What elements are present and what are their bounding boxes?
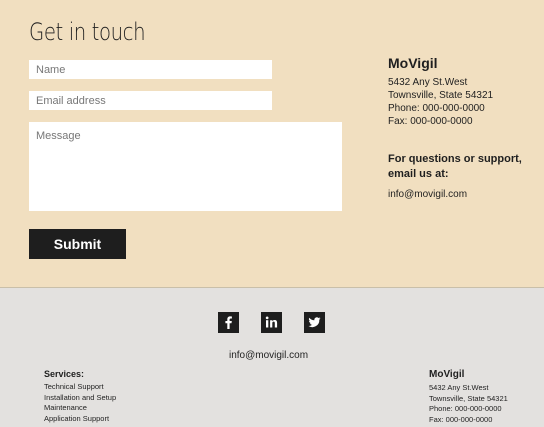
service-item: Installation and Setup — [44, 392, 117, 402]
company-address-line1: 5432 Any St.West — [388, 77, 468, 88]
facebook-link[interactable] — [218, 312, 239, 333]
twitter-link[interactable] — [304, 312, 325, 333]
twitter-icon — [308, 317, 321, 328]
linkedin-link[interactable] — [261, 312, 282, 333]
service-item: Maintenance — [44, 403, 87, 412]
footer-address-line2: Townsville, State 54321 — [429, 393, 508, 403]
contact-section: Get in touch Submit MoVigil 5432 Any St.… — [0, 0, 544, 288]
company-fax: Fax: 000-000-0000 — [388, 116, 473, 127]
company-phone: Phone: 000-000-0000 — [388, 103, 485, 114]
footer-company-info: MoVigil 5432 Any St.West Townsville, Sta… — [429, 369, 508, 425]
company-address-line2: Townsville, State 54321 — [388, 90, 494, 101]
message-field[interactable] — [29, 122, 342, 211]
footer-fax: Fax: 000-000-0000 — [429, 414, 493, 424]
submit-button[interactable]: Submit — [29, 229, 126, 259]
email-field[interactable] — [29, 91, 272, 110]
facebook-icon — [225, 316, 232, 329]
company-info: MoVigil 5432 Any St.West Townsville, Sta… — [388, 55, 538, 200]
footer-email-link[interactable]: info@movigil.com — [0, 350, 537, 361]
footer-phone: Phone: 000-000-0000 — [429, 404, 502, 413]
contact-title: Get in touch — [29, 18, 146, 46]
company-name: MoVigil — [388, 55, 438, 71]
services-list: Services: Technical Support Installation… — [44, 369, 116, 424]
support-email-link[interactable]: info@movigil.com — [388, 189, 538, 200]
service-item: Technical Support — [44, 382, 104, 391]
footer-address-line1: 5432 Any St.West — [429, 383, 489, 392]
service-item: Application Support — [44, 413, 110, 423]
support-heading: For questions or support, email us at: — [388, 153, 522, 180]
footer-company-name: MoVigil — [429, 369, 465, 380]
name-field[interactable] — [29, 60, 272, 79]
services-heading: Services: — [44, 369, 85, 379]
linkedin-icon — [265, 316, 278, 328]
